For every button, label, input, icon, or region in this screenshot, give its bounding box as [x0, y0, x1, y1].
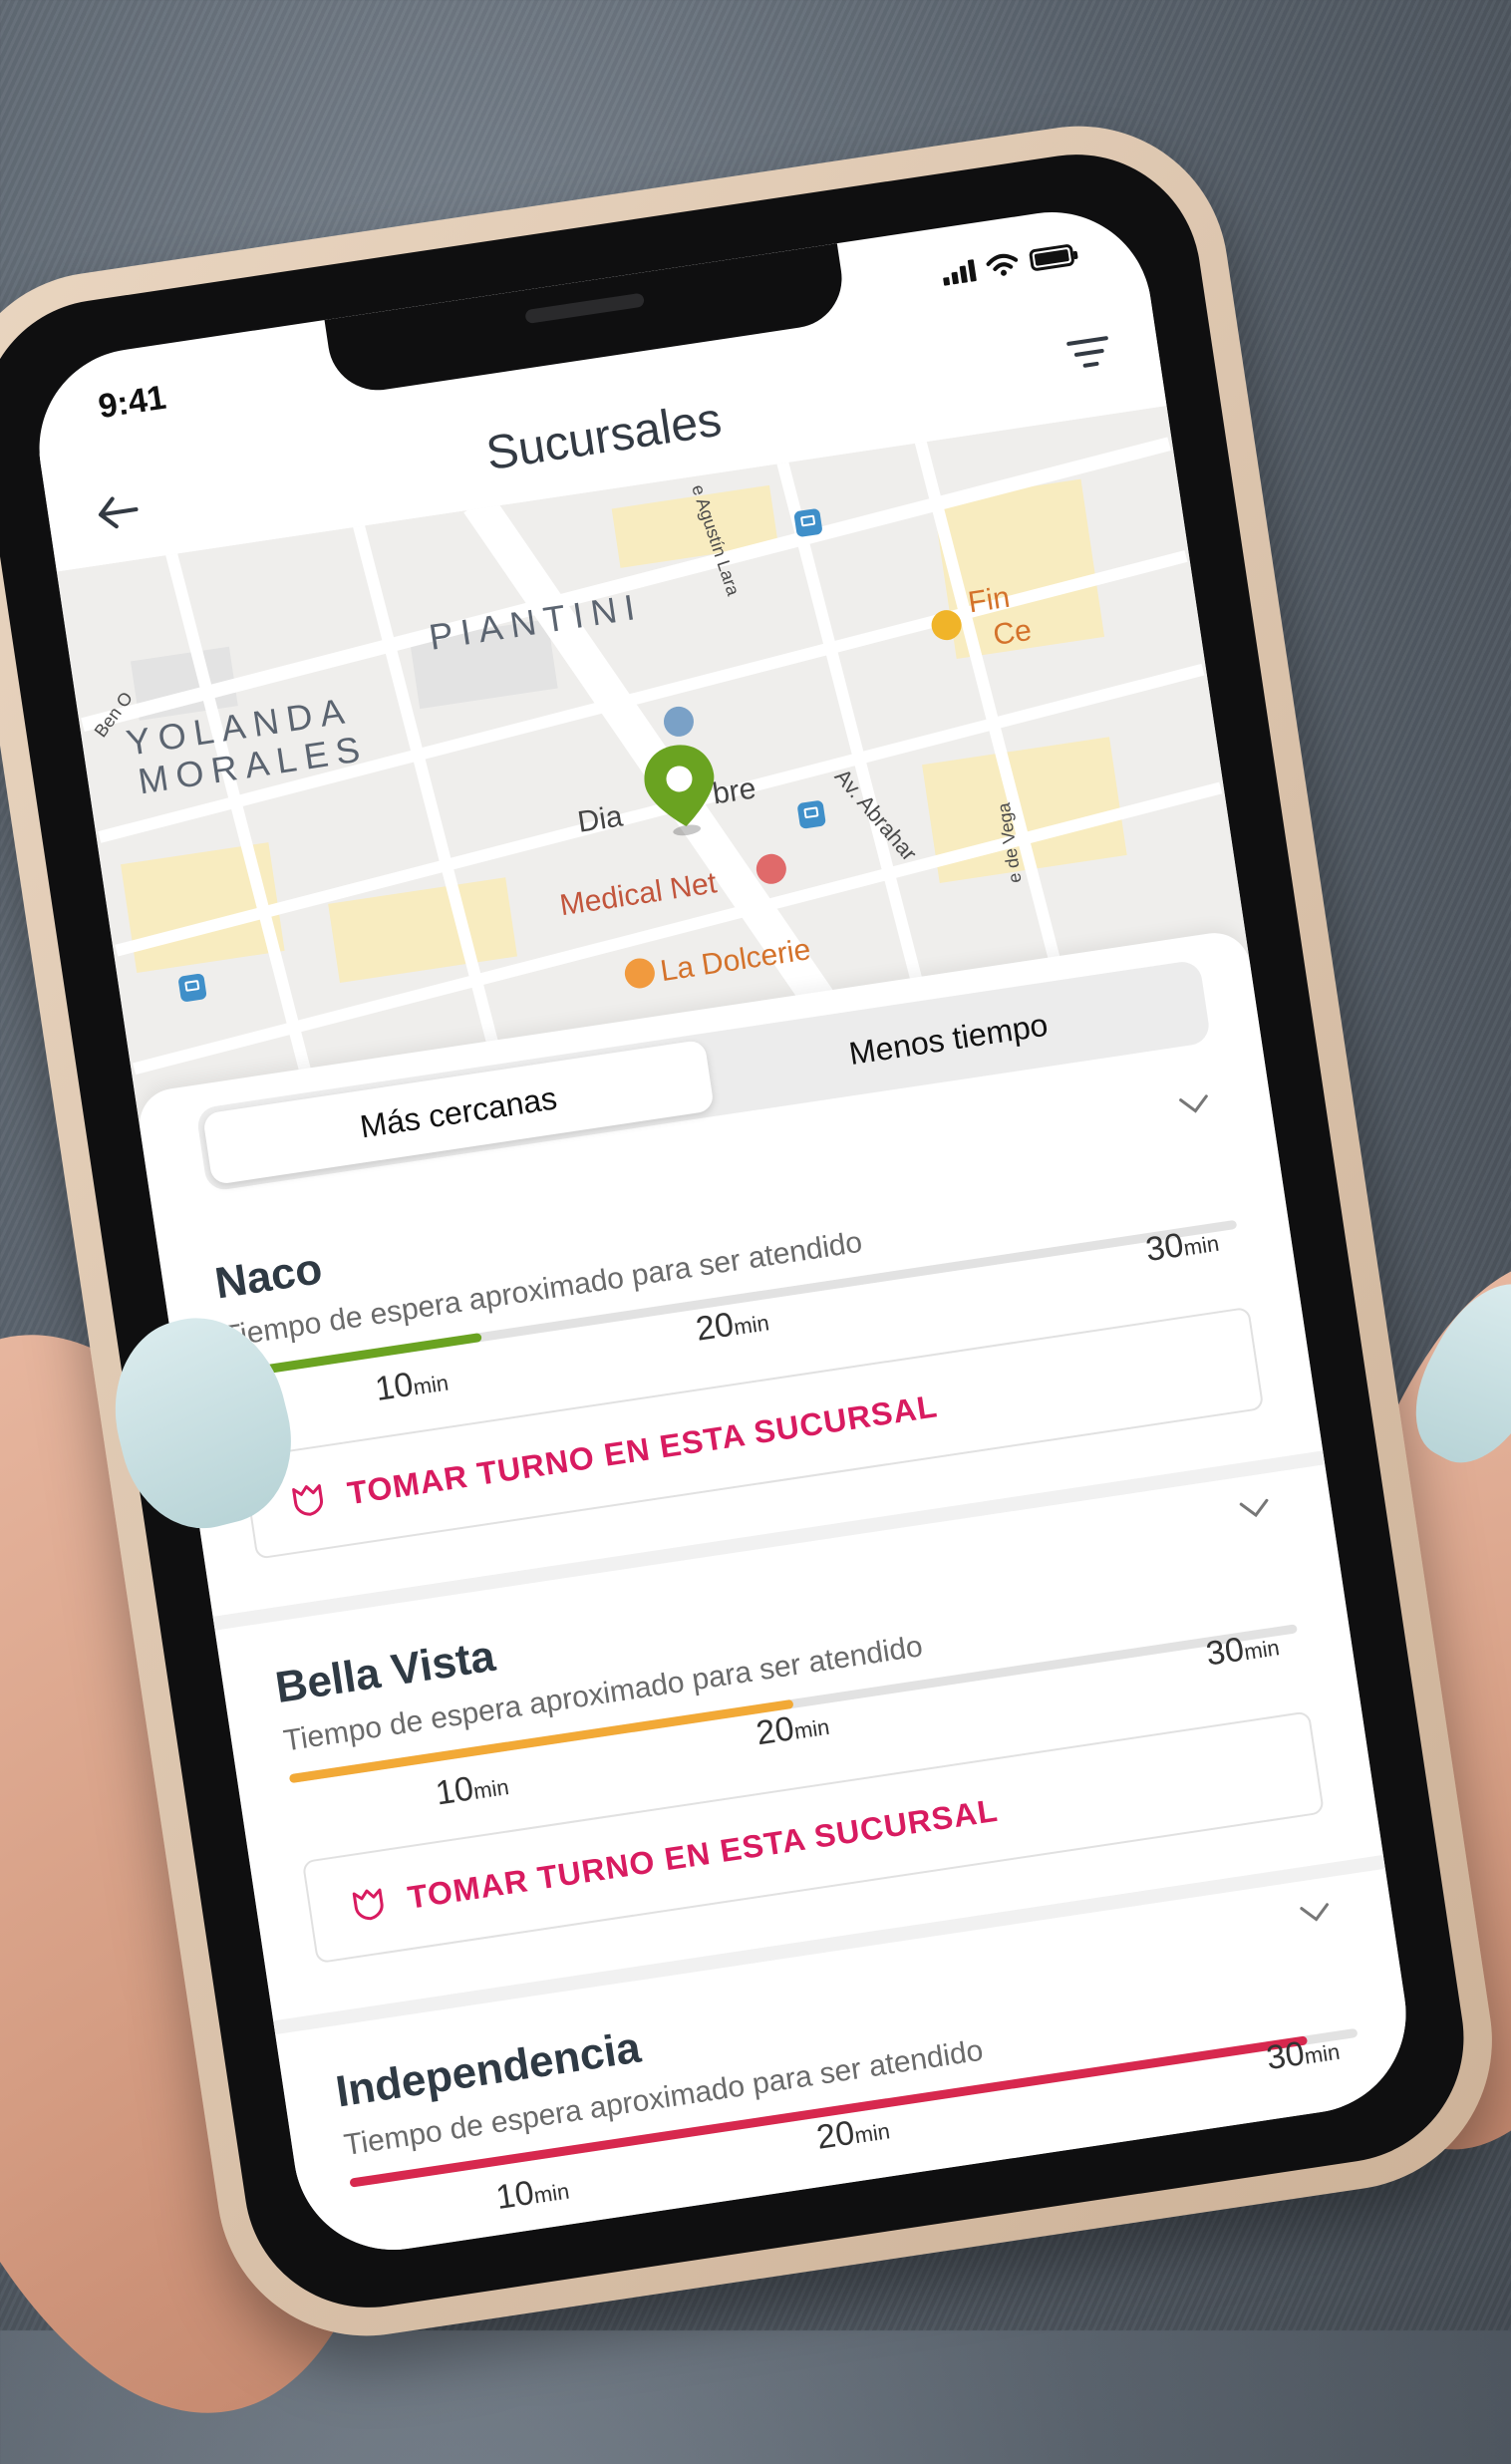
place-marker-icon — [661, 704, 697, 739]
tick-30: 30min — [1203, 1630, 1282, 1674]
chevron-down-icon[interactable] — [1177, 1092, 1212, 1117]
status-icons — [941, 242, 1075, 286]
branches-sheet: Más cercanas Menos tiempo Naco Tiempo de… — [135, 928, 1420, 2264]
bus-stop-icon — [793, 507, 823, 538]
map-poi-ce: Ce — [991, 613, 1035, 653]
battery-icon — [1028, 243, 1075, 272]
hospital-icon — [754, 851, 788, 886]
branch-name: Naco — [211, 1244, 326, 1309]
signal-icon — [941, 257, 977, 286]
tick-30: 30min — [1143, 1226, 1221, 1270]
map-poi-medical-net: Medical Net — [557, 866, 720, 923]
tick-30: 30min — [1264, 2034, 1342, 2078]
location-pin-icon[interactable] — [635, 736, 726, 841]
shield-logo-icon — [292, 1484, 324, 1516]
chevron-down-icon[interactable] — [1238, 1497, 1273, 1522]
phone-screen: 9:41 Sucursales PIANTINI YOLANDA MORALES… — [25, 198, 1420, 2264]
chevron-down-icon[interactable] — [1298, 1901, 1333, 1926]
status-time: 9:41 — [96, 378, 169, 427]
tick-10: 10min — [493, 2173, 571, 2218]
bus-stop-icon — [177, 973, 207, 1003]
map-street-abraham: Av. Abrahar — [829, 764, 923, 866]
wifi-icon — [986, 253, 1019, 276]
bus-stop-icon — [796, 799, 827, 830]
restaurant-icon — [622, 956, 657, 991]
filter-icon[interactable] — [1063, 330, 1114, 376]
speaker — [524, 292, 646, 325]
tick-10: 10min — [433, 1769, 511, 1813]
shield-logo-icon — [352, 1888, 384, 1921]
map-poi-dia: Dia — [575, 799, 625, 839]
tick-10: 10min — [372, 1365, 451, 1409]
map-poi-fin: Fin — [966, 580, 1013, 620]
